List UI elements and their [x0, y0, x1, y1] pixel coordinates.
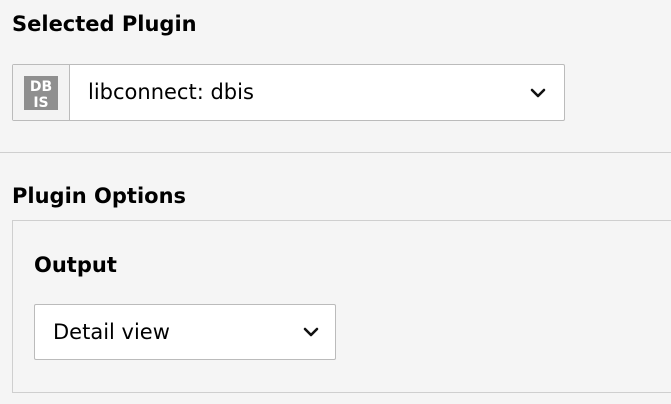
- output-select[interactable]: Detail view: [34, 304, 336, 360]
- plugin-select[interactable]: DB IS libconnect: dbis: [12, 64, 565, 121]
- section-divider: [0, 152, 671, 153]
- svg-text:DB: DB: [30, 79, 52, 95]
- chevron-down-icon: [303, 327, 325, 337]
- plugin-select-value: libconnect: dbis: [88, 80, 254, 104]
- chevron-down-icon: [530, 65, 552, 120]
- output-label: Output: [34, 253, 117, 277]
- output-select-value: Detail view: [53, 320, 170, 344]
- selected-plugin-heading: Selected Plugin: [12, 12, 197, 36]
- dbis-plugin-icon: DB IS: [13, 65, 70, 120]
- plugin-options-panel: Output Detail view: [12, 220, 671, 393]
- svg-text:IS: IS: [33, 95, 48, 110]
- plugin-options-heading: Plugin Options: [12, 184, 187, 208]
